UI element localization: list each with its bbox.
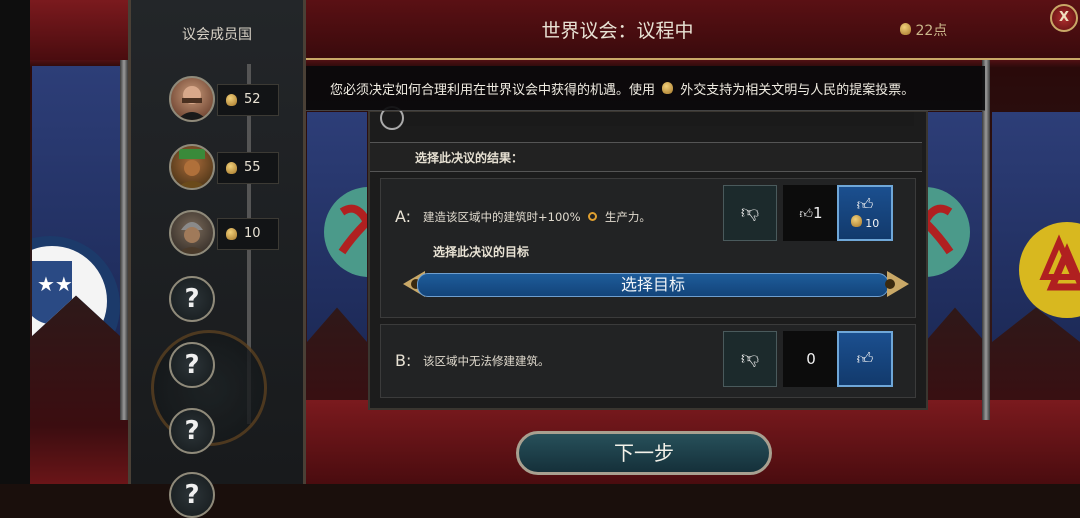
banner-right (992, 112, 1080, 342)
diplomatic-favor-icon (900, 23, 911, 35)
unknown-member-avatar[interactable]: ? (169, 408, 215, 454)
leader-face-icon (177, 86, 207, 120)
option-letter: A: (395, 207, 412, 226)
teal-emblem-icon (324, 187, 367, 277)
banner-left: ★★ (32, 66, 120, 336)
svg-text:★★: ★★ (37, 272, 73, 296)
member-row[interactable]: 52 (169, 76, 279, 122)
thumbs-down-icon: 👎︎ (740, 202, 760, 223)
select-target-button[interactable]: 选择目标 (417, 273, 889, 297)
diplomatic-favor-icon (226, 228, 237, 240)
banner-mid-left (307, 112, 367, 342)
member-score: 10 (217, 218, 279, 250)
upvote-button[interactable]: 👍︎ (837, 331, 893, 387)
leader-face-icon (177, 149, 207, 188)
member-score: 55 (217, 152, 279, 184)
vote-count: 0 (783, 331, 839, 387)
page-title: 世界议会：议程中 (541, 20, 694, 42)
member-row[interactable]: 10 (169, 210, 279, 256)
valknut-emblem-icon (1019, 222, 1080, 318)
arrow-stud-right-icon (885, 279, 895, 289)
option-letter: B: (395, 351, 412, 370)
unknown-member-avatar[interactable]: ? (169, 472, 215, 518)
unknown-member-avatar[interactable]: ? (169, 276, 215, 322)
pillar-left (120, 60, 128, 420)
thumbs-up-icon: 👍︎ (856, 349, 874, 368)
next-step-button[interactable]: 下一步 (516, 431, 772, 475)
instruction-bar: 您必须决定如何合理利用在世界议会中获得的机遇。使用 外交支持为相关文明与人民的提… (305, 66, 985, 111)
banner-mid-right (925, 112, 985, 342)
downvote-button[interactable]: 👎︎ (723, 185, 777, 241)
council-members-sidebar: 议会成员国 52 55 10 ? ? ? ? (128, 0, 306, 518)
member-row[interactable]: 55 (169, 144, 279, 190)
thumbs-up-icon: 👍︎ (856, 195, 874, 214)
points-value: 22点 (915, 23, 948, 39)
panel-top-clip (380, 106, 914, 130)
points-display: 22点 (900, 20, 947, 40)
leader-portrait-avatar[interactable] (169, 144, 215, 190)
diplomatic-favor-icon (226, 162, 237, 174)
close-button[interactable]: X (1050, 4, 1078, 32)
production-icon (588, 212, 598, 221)
downvote-button[interactable]: 👎︎ (723, 331, 777, 387)
leader-portrait-avatar[interactable] (169, 76, 215, 122)
diplomatic-favor-icon (226, 94, 237, 106)
proposal-panel: 选择此决议的结果： A: 建造该区域中的建筑时+100% 生产力。 👎︎ 👍︎1… (368, 106, 928, 410)
section-header: 选择此决议的结果： (370, 142, 922, 172)
diplomatic-favor-icon (850, 215, 862, 227)
left-edge (0, 0, 30, 484)
thumbs-down-icon: 👎︎ (740, 348, 760, 369)
option-a-text: 建造该区域中的建筑时+100% 生产力。 (423, 210, 651, 224)
diplomatic-favor-icon (662, 82, 674, 94)
instruction-text: 您必须决定如何合理利用在世界议会中获得的机遇。使用 外交支持为相关文明与人民的提… (330, 82, 915, 98)
leader-portrait-avatar[interactable] (169, 210, 215, 256)
teal-emblem-icon (925, 187, 970, 277)
option-b-text: 该区域中无法修建建筑。 (423, 354, 550, 368)
target-label: 选择此决议的目标 (433, 245, 530, 259)
leader-face-icon (177, 222, 207, 254)
vote-count: 👍︎1 (783, 185, 839, 241)
pillar-right (982, 60, 990, 420)
thumb-glyph-icon: 👍︎ (799, 207, 814, 222)
upvote-cost: 10 (839, 215, 891, 230)
member-score: 52 (217, 84, 279, 116)
upvote-button[interactable]: 👍︎ 10 (837, 185, 893, 241)
header-bar: 世界议会：议程中 22点 X (300, 0, 1080, 60)
shield-emblem-icon: ★★ (32, 236, 120, 336)
unknown-member-avatar[interactable]: ? (169, 342, 215, 388)
option-b: B: 该区域中无法修建建筑。 👎︎ 0 👍︎ (380, 324, 916, 398)
option-a: A: 建造该区域中的建筑时+100% 生产力。 👎︎ 👍︎1 👍︎ 10 选择此… (380, 178, 916, 318)
section-label: 选择此决议的结果： (415, 151, 524, 165)
sidebar-title: 议会成员国 (182, 27, 252, 43)
